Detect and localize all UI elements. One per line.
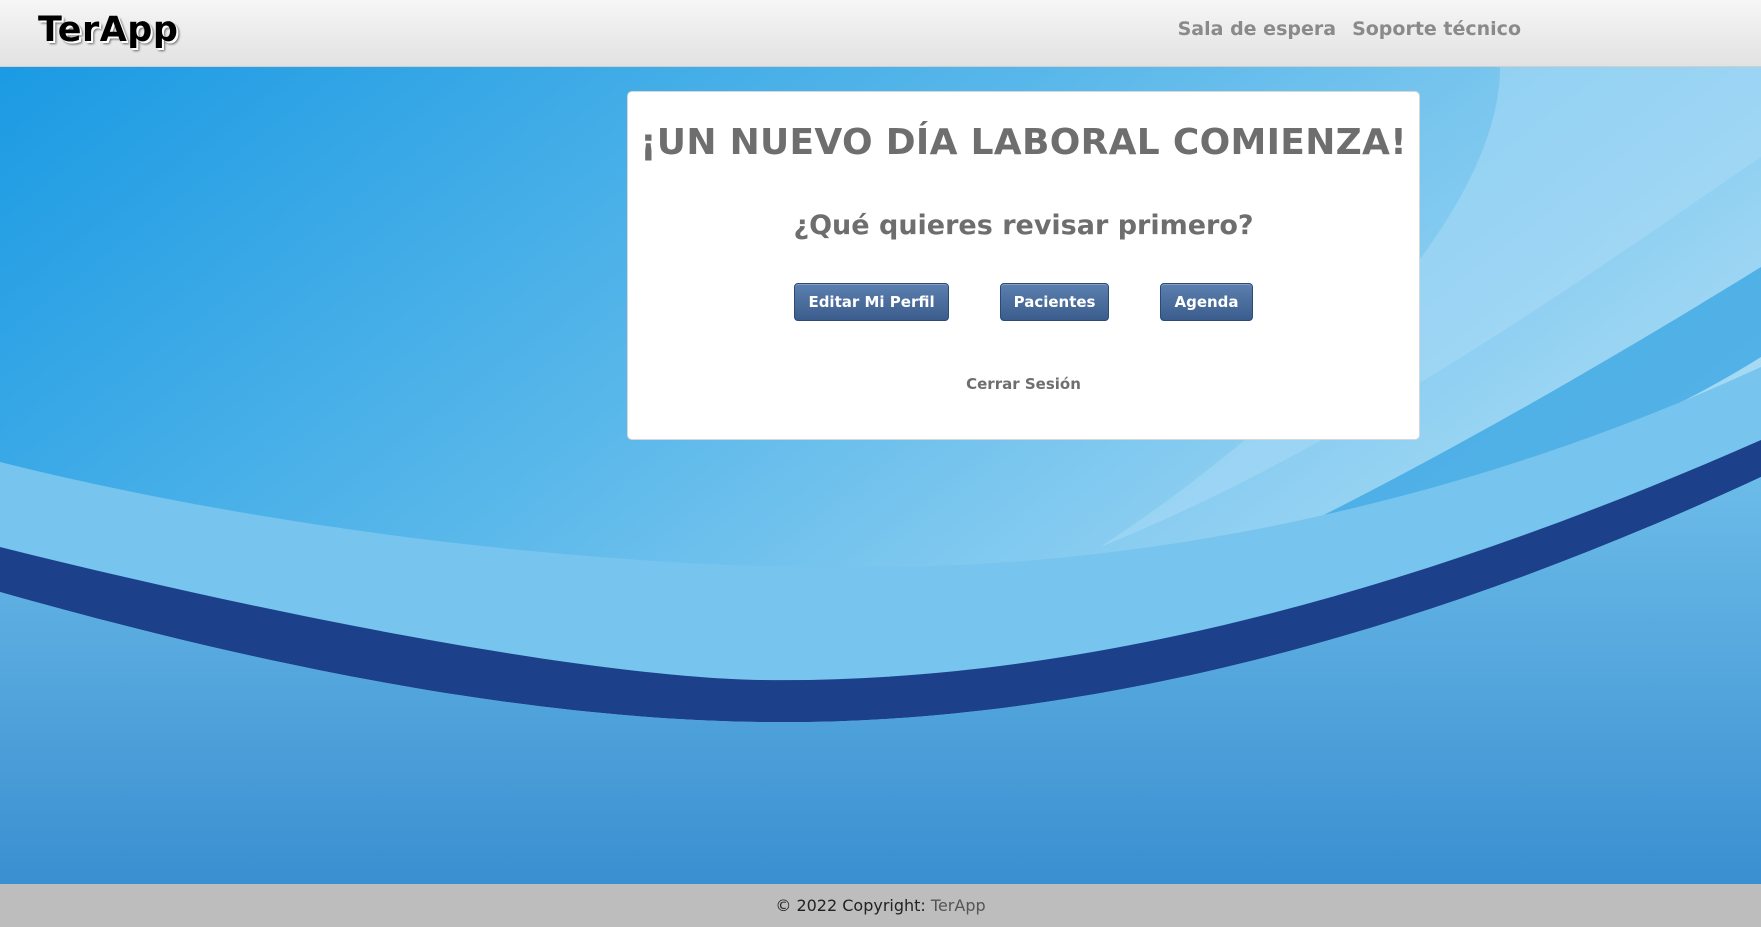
patients-button[interactable]: Pacientes (999, 283, 1110, 321)
footer-copyright: © 2022 Copyright: (775, 896, 931, 915)
brand-logo[interactable]: TerApp (38, 10, 178, 50)
nav-links: Sala de espera Soporte técnico (1178, 18, 1521, 40)
nav-link-sala-de-espera[interactable]: Sala de espera (1178, 18, 1336, 40)
top-navbar: TerApp Sala de espera Soporte técnico (0, 0, 1761, 67)
welcome-card: ¡UN NUEVO DÍA LABORAL COMIENZA! ¿Qué qui… (627, 91, 1420, 440)
agenda-button[interactable]: Agenda (1160, 283, 1253, 321)
action-buttons: Editar Mi Perfil Pacientes Agenda (628, 283, 1419, 321)
welcome-title: ¡UN NUEVO DÍA LABORAL COMIENZA! (640, 122, 1407, 163)
footer-terapp-link[interactable]: TerApp (931, 896, 986, 915)
welcome-subtitle: ¿Qué quieres revisar primero? (793, 210, 1254, 241)
edit-profile-button[interactable]: Editar Mi Perfil (794, 283, 949, 321)
nav-link-soporte-tecnico[interactable]: Soporte técnico (1352, 18, 1521, 40)
footer: © 2022 Copyright: TerApp (0, 884, 1761, 927)
page: TerApp Sala de espera Soporte técnico ¡U… (0, 0, 1761, 927)
logout-link[interactable]: Cerrar Sesión (628, 375, 1419, 393)
